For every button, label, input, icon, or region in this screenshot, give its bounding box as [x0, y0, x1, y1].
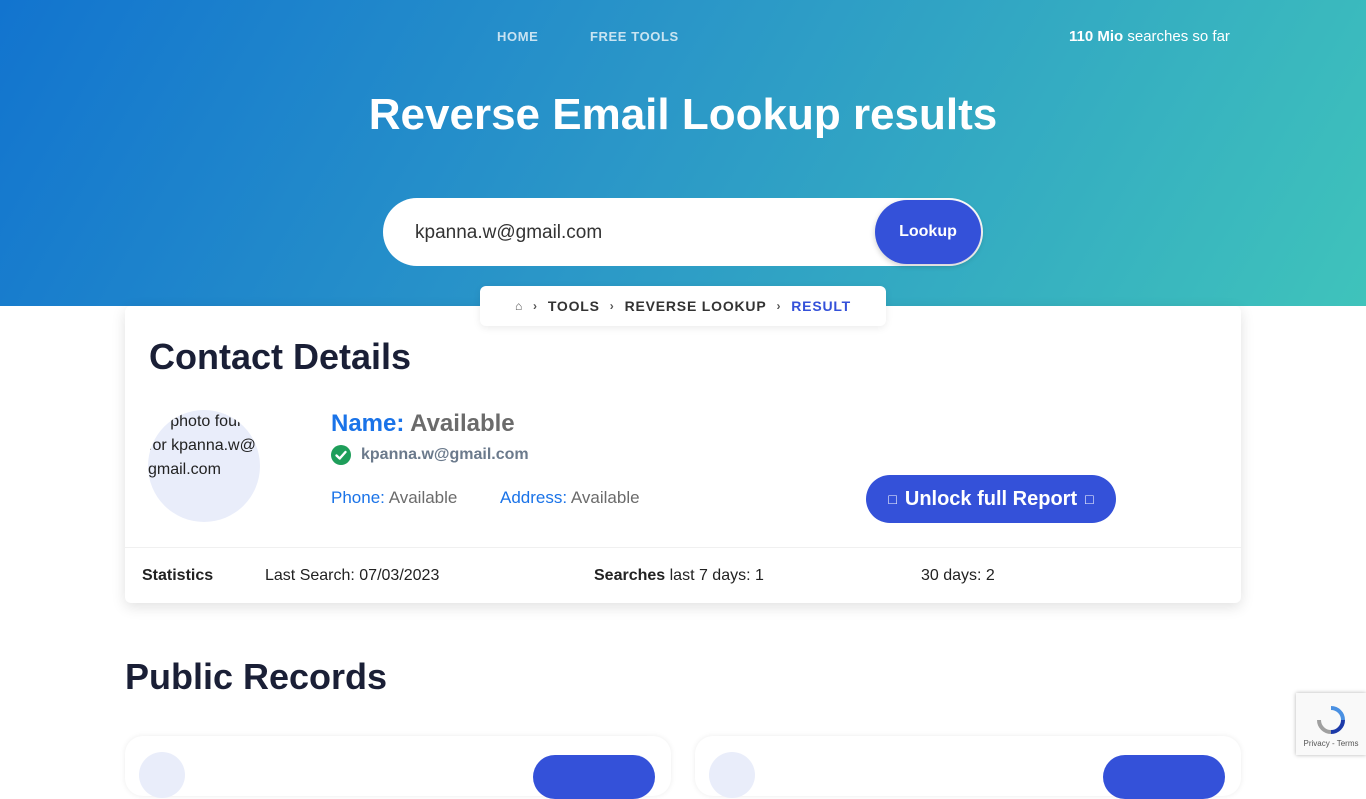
address-label: Address:	[500, 488, 568, 507]
chevron-right-icon: ›	[609, 299, 615, 313]
recaptcha-links[interactable]: Privacy - Terms	[1296, 739, 1366, 748]
unlock-report-button[interactable]: □ Unlock full Report □	[866, 475, 1116, 523]
record-card	[695, 736, 1241, 799]
search-bar: Lookup	[383, 198, 983, 266]
arrow-icon: □	[1085, 491, 1094, 507]
unlock-icon: □	[888, 491, 897, 507]
recaptcha-badge[interactable]: Privacy - Terms	[1296, 693, 1366, 755]
phone-value: Available	[388, 488, 458, 507]
record-card	[125, 736, 671, 799]
recaptcha-icon	[1317, 706, 1345, 734]
avatar-alt-text: no photo found for kpanna.w@gmail.com	[148, 413, 256, 478]
home-icon[interactable]: ⌂	[515, 299, 523, 313]
breadcrumb: ⌂ › TOOLS › REVERSE LOOKUP › RESULT	[480, 286, 886, 326]
statistics-bar: Statistics Last Search: 07/03/2023 Searc…	[125, 547, 1241, 604]
searches-30-days: 30 days: 2	[921, 567, 995, 584]
breadcrumb-result: RESULT	[791, 298, 852, 314]
record-image	[139, 752, 185, 798]
searches-7-days-value: last 7 days: 1	[665, 567, 764, 584]
contact-details-title: Contact Details	[149, 336, 412, 377]
public-records-title: Public Records	[125, 656, 388, 697]
avatar: no photo found for kpanna.w@gmail.com	[148, 410, 260, 522]
contact-details-card: Contact Details no photo found for kpann…	[125, 306, 1241, 603]
address-value: Available	[570, 488, 640, 507]
contact-address: Address: Available	[500, 488, 640, 508]
contact-phone: Phone: Available	[331, 488, 457, 508]
email-search-input[interactable]	[413, 212, 857, 254]
unlock-report-label: Unlock full Report	[904, 487, 1078, 510]
chevron-right-icon: ›	[776, 299, 782, 313]
contact-name: Name: Available	[331, 410, 515, 438]
nav-free-tools-link[interactable]: FREE TOOLS	[590, 29, 679, 44]
hero-banner: HOME FREE TOOLS 110 Mio searches so far …	[0, 0, 1366, 306]
nav-home-link[interactable]: HOME	[497, 29, 538, 44]
phone-label: Phone:	[331, 488, 385, 507]
contact-email: kpanna.w@gmail.com	[331, 445, 529, 465]
email-value: kpanna.w@gmail.com	[361, 446, 529, 463]
page-title: Reverse Email Lookup results	[368, 90, 998, 139]
last-search: Last Search: 07/03/2023	[265, 567, 440, 584]
chevron-right-icon: ›	[533, 299, 538, 313]
searches-label: Searches	[594, 567, 666, 584]
name-label: Name:	[331, 410, 405, 437]
counter-value: 110 Mio	[1069, 28, 1124, 45]
counter-label: searches so far	[1123, 28, 1230, 45]
statistics-label: Statistics	[142, 567, 214, 584]
record-button[interactable]	[1103, 755, 1225, 799]
breadcrumb-reverse-lookup[interactable]: REVERSE LOOKUP	[625, 298, 767, 314]
search-counter: 110 Mio searches so far	[1069, 28, 1230, 45]
searches-7-days: Searches last 7 days: 1	[594, 567, 764, 585]
verified-check-icon	[331, 445, 351, 465]
record-button[interactable]	[533, 755, 655, 799]
breadcrumb-tools[interactable]: TOOLS	[548, 298, 600, 314]
lookup-button[interactable]: Lookup	[875, 200, 981, 264]
name-value: Available	[410, 410, 515, 437]
record-image	[709, 752, 755, 798]
